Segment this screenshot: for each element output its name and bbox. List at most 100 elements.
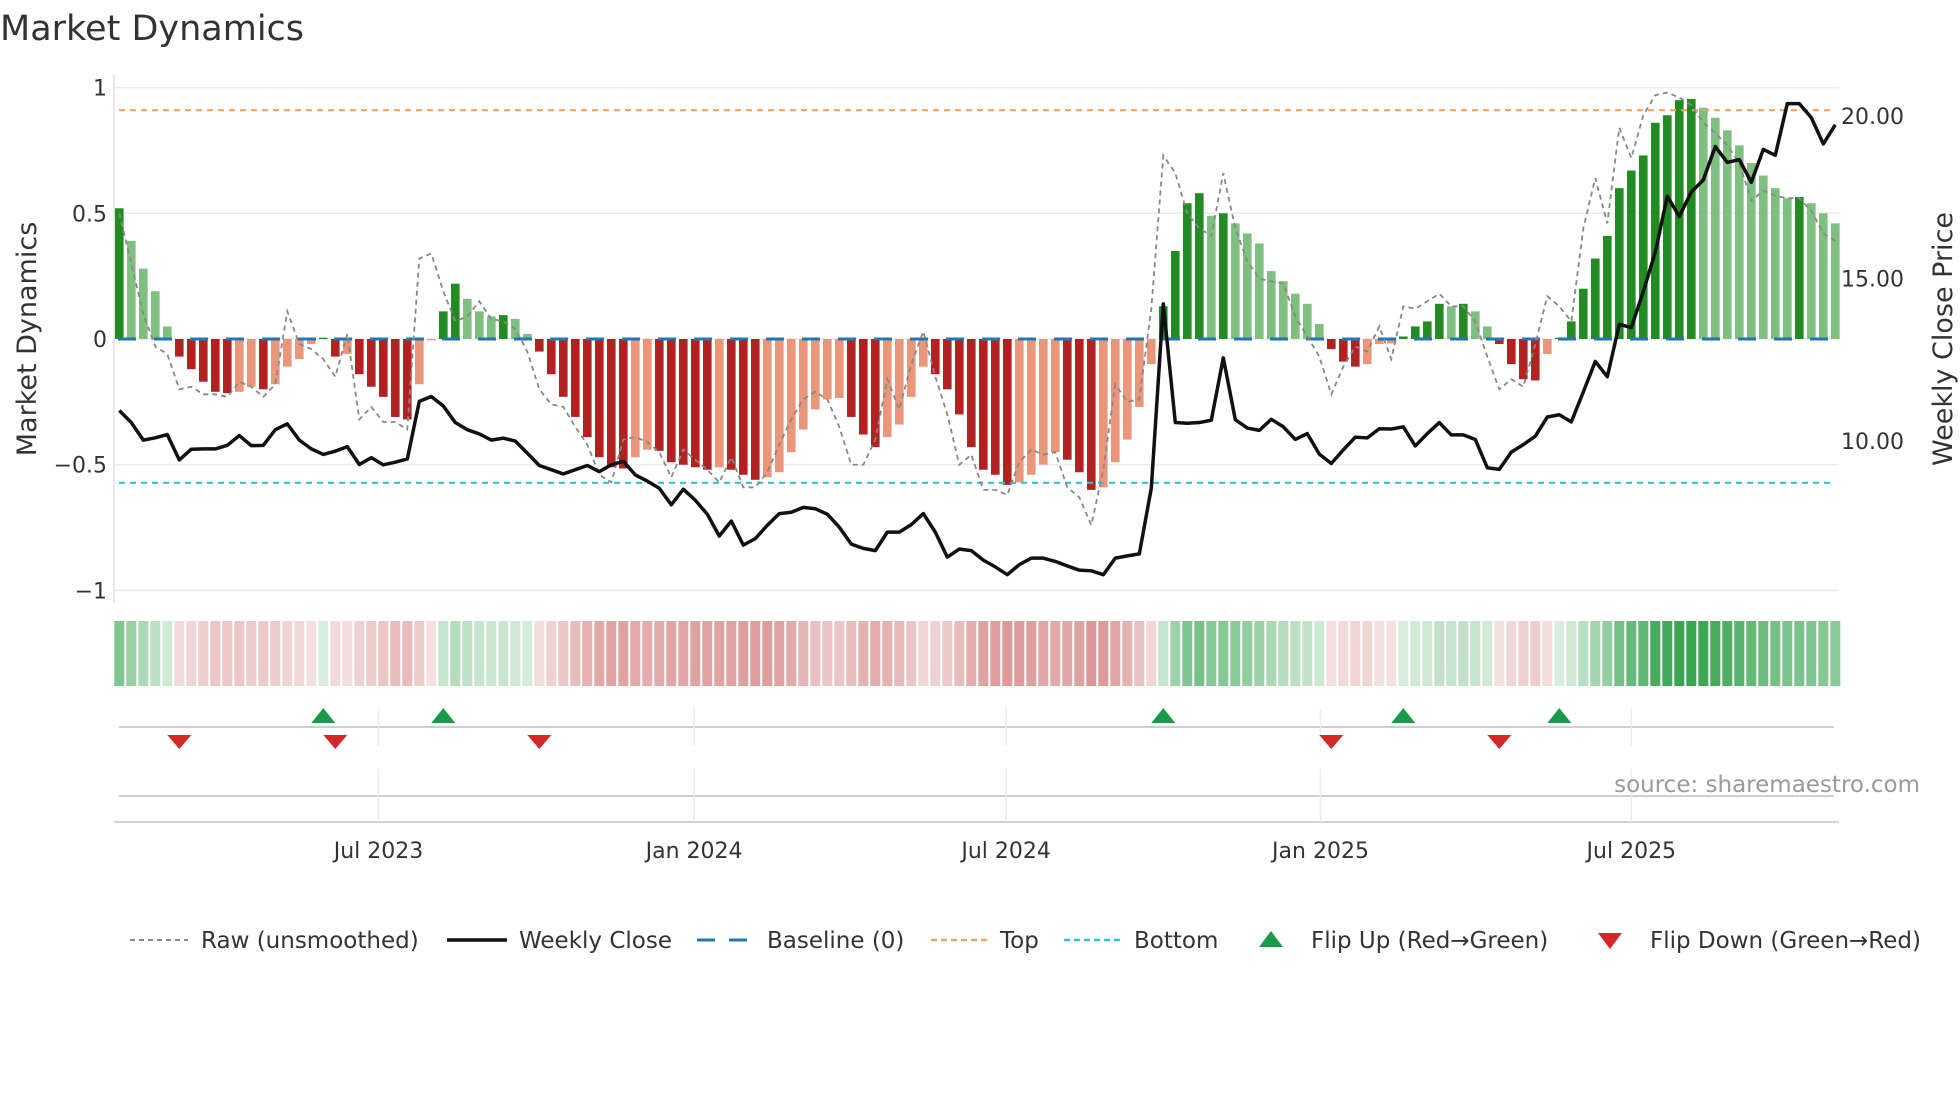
dynamics-bar	[463, 298, 472, 339]
dynamics-bar	[691, 339, 700, 468]
dynamics-bar	[1027, 339, 1036, 475]
dynamics-bar	[859, 339, 868, 435]
dynamics-bar	[1819, 213, 1828, 339]
band-cell	[1542, 621, 1553, 686]
band-cell	[1782, 621, 1793, 686]
band-cell	[1638, 621, 1649, 686]
dynamics-bar	[1183, 203, 1192, 339]
band-cell	[378, 621, 389, 686]
dynamics-bar	[967, 339, 976, 448]
dynamics-bar	[1063, 339, 1072, 460]
dynamics-bar	[331, 339, 340, 357]
dynamics-bar	[979, 339, 988, 470]
band-cell	[786, 621, 797, 686]
dynamics-bar	[595, 339, 604, 458]
band-cell	[1794, 621, 1805, 686]
y-tick-label: 1	[93, 77, 107, 102]
dynamics-bar	[1675, 100, 1684, 340]
band-cell	[210, 621, 221, 686]
dynamics-bar	[391, 339, 400, 417]
flip-up-marker	[431, 708, 456, 723]
dynamics-bar	[1243, 233, 1252, 339]
band-cell	[1770, 621, 1781, 686]
flip-down-marker	[1319, 735, 1344, 749]
band-cell	[198, 621, 209, 686]
dynamics-bar	[871, 339, 880, 448]
left-y-ticks: 1 0.5 0 −0.5 −1	[54, 77, 107, 605]
dynamics-bar	[175, 339, 184, 357]
dynamics-bar	[1255, 243, 1264, 339]
dynamics-bar	[487, 316, 496, 339]
band-cell	[702, 621, 713, 686]
series-lines	[118, 91, 1837, 577]
dynamics-bar	[1459, 303, 1468, 339]
dynamics-bar	[1759, 175, 1768, 339]
band-cell	[1470, 621, 1481, 686]
dynamics-bar	[847, 339, 856, 417]
band-cell	[1398, 621, 1409, 686]
dynamics-bar	[1783, 198, 1792, 339]
band-cell	[1326, 621, 1337, 686]
band-cell	[846, 621, 857, 686]
dynamics-bar	[499, 315, 508, 339]
dynamics-bar	[1303, 303, 1312, 339]
band-cell	[246, 621, 257, 686]
band-cell	[1158, 621, 1169, 686]
band-cell	[1530, 621, 1541, 686]
dynamics-bar	[1171, 251, 1180, 339]
dynamics-bar	[1123, 339, 1132, 440]
x-ticks: Jul 2023 Jan 2024 Jul 2024 Jan 2025 Jul 2025	[332, 709, 1676, 864]
band-cell	[582, 621, 593, 686]
band-cell	[222, 621, 233, 686]
x-tick-label: Jan 2024	[644, 839, 743, 864]
band-cell	[1506, 621, 1517, 686]
band-cell	[1446, 621, 1457, 686]
dynamics-bar	[643, 339, 652, 450]
band-cell	[1062, 621, 1073, 686]
legend: Raw (unsmoothed) Weekly Close Baseline (…	[130, 928, 1921, 954]
dynamics-bar	[187, 339, 196, 370]
dynamics-bar	[415, 339, 424, 385]
band-cell	[594, 621, 605, 686]
reference-lines	[118, 109, 1835, 484]
dynamics-bar	[1579, 288, 1588, 339]
dynamics-bar	[115, 208, 124, 339]
dynamics-bar	[655, 339, 664, 451]
band-cell	[1374, 621, 1385, 686]
dynamics-bar	[835, 339, 844, 399]
band-cell	[570, 621, 581, 686]
band-cell	[1278, 621, 1289, 686]
band-cell	[618, 621, 629, 686]
band-cell	[1458, 621, 1469, 686]
band-cell	[1302, 621, 1313, 686]
dynamics-bar	[1471, 311, 1480, 339]
band-cell	[498, 621, 509, 686]
dynamics-bar	[1567, 321, 1576, 339]
band-cell	[726, 621, 737, 686]
band-cell	[1230, 621, 1241, 686]
legend-flip-up-icon	[1259, 931, 1283, 947]
band-cell	[1362, 621, 1373, 686]
band-cell	[330, 621, 341, 686]
band-cell	[666, 621, 677, 686]
band-cell	[282, 621, 293, 686]
dynamics-bar	[451, 283, 460, 339]
band-cell	[174, 621, 185, 686]
band-cell	[942, 621, 953, 686]
band-cell	[1722, 621, 1733, 686]
dynamics-bar	[427, 339, 436, 341]
dynamics-bar	[1195, 193, 1204, 339]
band-cell	[918, 621, 929, 686]
dynamics-bar	[1483, 326, 1492, 339]
dynamics-bar	[379, 339, 388, 397]
dynamics-bar	[1603, 235, 1612, 339]
band-cell	[318, 621, 329, 686]
band-cell	[462, 621, 473, 686]
y2-tick-label: 10.00	[1841, 430, 1904, 455]
band-cell	[426, 621, 437, 686]
band-cell	[1494, 621, 1505, 686]
flip-down-marker	[1487, 735, 1512, 749]
band-cell	[1386, 621, 1397, 686]
dynamics-bar	[1075, 339, 1084, 473]
band-cell	[450, 621, 461, 686]
